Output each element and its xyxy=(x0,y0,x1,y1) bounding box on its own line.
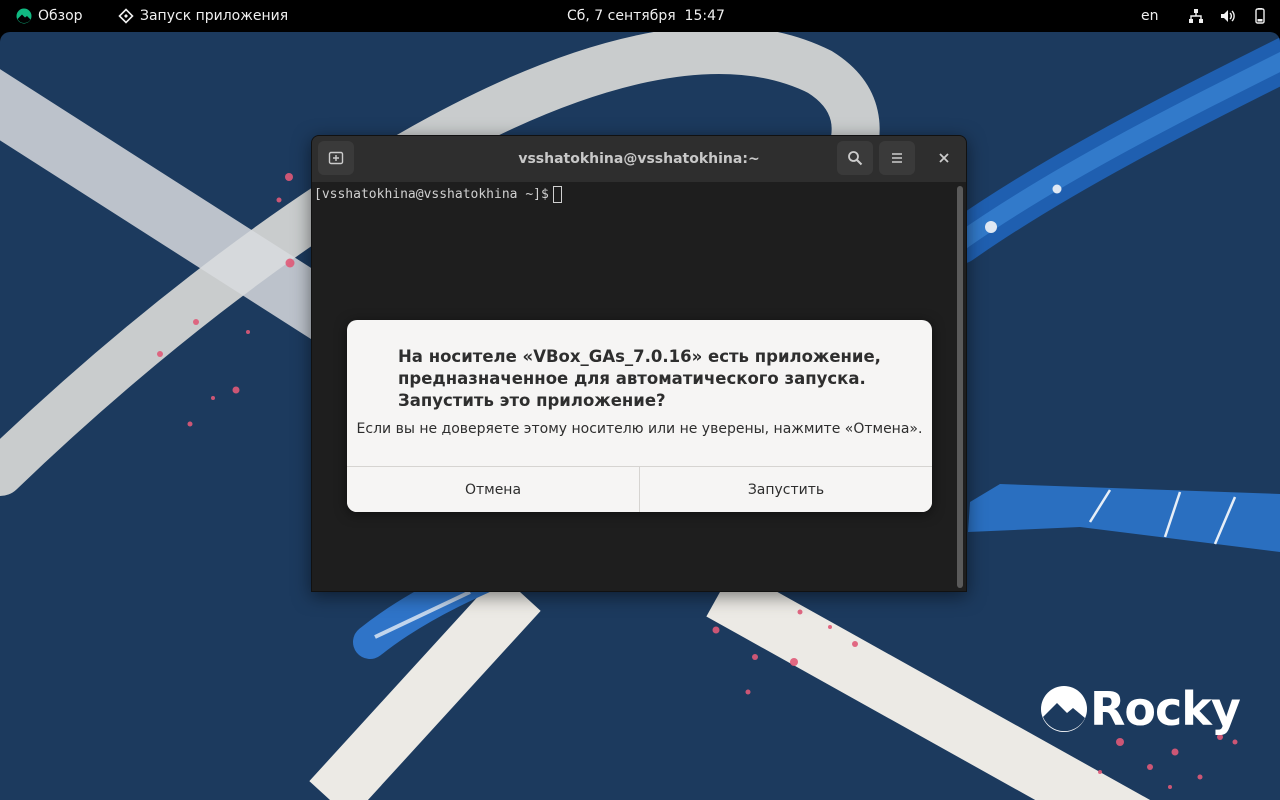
new-tab-icon xyxy=(328,151,344,165)
rocky-logo-mark xyxy=(1041,686,1087,732)
search-icon xyxy=(848,151,863,166)
top-bar: Обзор Запуск приложения Сб, 7 сентября 1… xyxy=(0,0,1280,32)
dialog-actions: Отмена Запустить xyxy=(347,466,932,512)
close-icon xyxy=(939,153,949,163)
hamburger-menu-icon xyxy=(892,153,902,163)
terminal-headerbar[interactable]: vsshatokhina@vsshatokhina:~ xyxy=(312,136,966,182)
terminal-cursor xyxy=(552,186,562,203)
overview-button[interactable]: Обзор xyxy=(16,0,83,32)
rocky-logo: Rocky xyxy=(1040,682,1241,736)
menu-button[interactable] xyxy=(879,141,915,175)
close-button[interactable] xyxy=(926,141,962,175)
volume-icon xyxy=(1221,10,1235,22)
cancel-button[interactable]: Отмена xyxy=(347,467,639,512)
dialog-heading: На носителе «VBox_GAs_7.0.16» есть прило… xyxy=(398,347,881,410)
system-status-menu[interactable] xyxy=(1188,0,1268,32)
rocky-logo-text: Rocky xyxy=(1090,682,1241,736)
run-button[interactable]: Запустить xyxy=(639,467,932,512)
search-button[interactable] xyxy=(837,141,873,175)
clock[interactable]: Сб, 7 сентября 15:47 xyxy=(567,0,725,32)
new-tab-button[interactable] xyxy=(318,141,354,175)
rocky-icon xyxy=(16,8,32,24)
dialog-body: Если вы не доверяете этому носителю или … xyxy=(356,421,923,437)
launcher-diamond-icon xyxy=(118,8,134,24)
autorun-dialog: На носителе «VBox_GAs_7.0.16» есть прило… xyxy=(347,320,932,512)
clock-text: Сб, 7 сентября 15:47 xyxy=(567,8,725,24)
launcher-label: Запуск приложения xyxy=(140,8,289,24)
prompt-text: [vsshatokhina@vsshatokhina ~]$ xyxy=(314,187,549,202)
overview-label: Обзор xyxy=(38,8,83,24)
network-icon xyxy=(1189,9,1203,23)
language-text: en xyxy=(1141,8,1159,24)
terminal-scrollbar[interactable] xyxy=(957,186,963,588)
battery-icon xyxy=(1255,8,1265,24)
shell-prompt: [vsshatokhina@vsshatokhina ~]$ xyxy=(314,186,562,203)
keyboard-layout-indicator[interactable]: en xyxy=(1141,0,1159,32)
app-launcher-button[interactable]: Запуск приложения xyxy=(118,0,288,32)
